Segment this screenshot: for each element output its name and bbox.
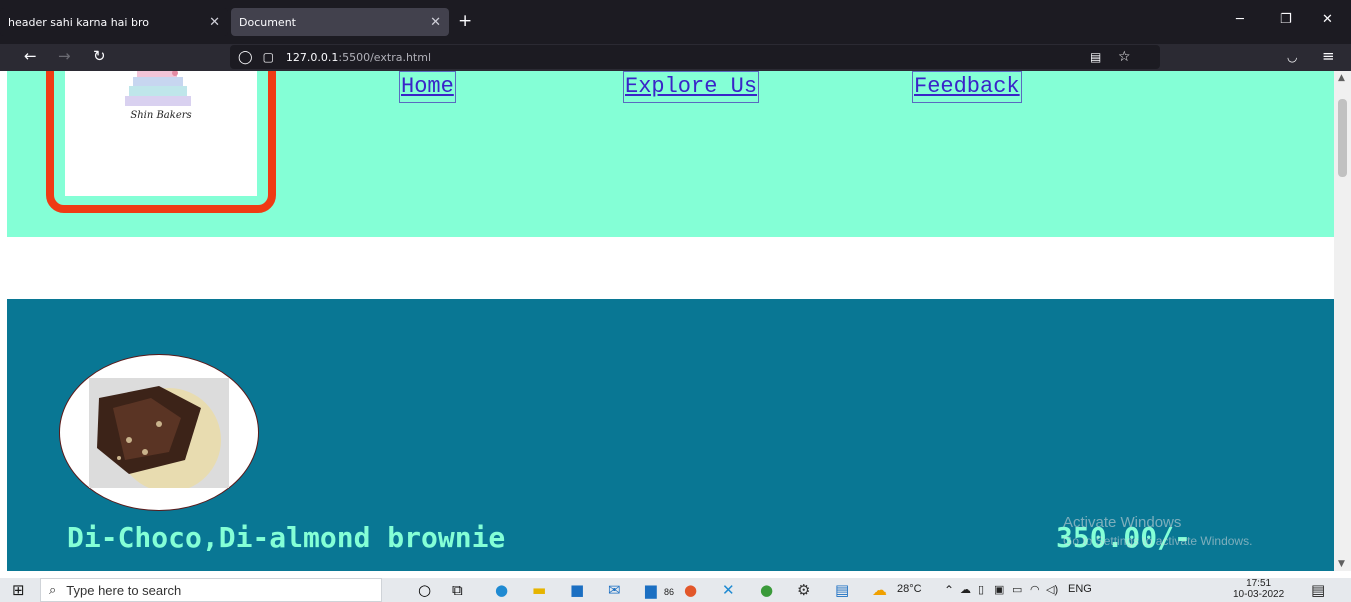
- battery-icon[interactable]: ▭: [1012, 583, 1022, 596]
- nav-link-feedback[interactable]: Feedback: [912, 71, 1022, 103]
- temperature[interactable]: 28°C: [897, 583, 922, 595]
- close-icon[interactable]: ✕: [430, 15, 441, 30]
- chrome-icon[interactable]: ●: [760, 581, 773, 599]
- forward-arrow-icon[interactable]: →: [58, 47, 71, 65]
- tab-inactive[interactable]: header sahi karna hai bro ✕: [0, 8, 228, 36]
- clock[interactable]: 17:51 10-03-2022: [1233, 578, 1284, 600]
- vscode-icon[interactable]: ✕: [722, 581, 735, 599]
- firefox-icon[interactable]: ●: [684, 581, 697, 599]
- app-with-badge-icon[interactable]: ▆: [645, 581, 657, 599]
- notification-app-icon[interactable]: ▣: [994, 583, 1004, 596]
- language-indicator[interactable]: ENG: [1068, 583, 1092, 595]
- chevron-up-icon[interactable]: ⌃: [944, 583, 954, 597]
- nav-link-explore-us[interactable]: Explore Us: [623, 71, 760, 103]
- tab-title: header sahi karna hai bro: [8, 15, 149, 29]
- pocket-icon[interactable]: ◡: [1287, 50, 1297, 64]
- scroll-down-icon[interactable]: ▼: [1338, 559, 1345, 569]
- white-gap: [7, 237, 1334, 299]
- tab-active[interactable]: Document ✕: [231, 8, 449, 36]
- reload-icon[interactable]: ↻: [93, 47, 106, 65]
- taskbar-search[interactable]: ⌕ Type here to search: [40, 578, 382, 602]
- menu-icon[interactable]: ≡: [1322, 47, 1335, 65]
- back-arrow-icon[interactable]: ←: [24, 47, 37, 65]
- browser-nav-bar: ← → ↻ ◯ ▢ 127.0.0.1 :5500/extra.html ▤ ☆…: [0, 44, 1351, 71]
- settings-gear-icon[interactable]: ⚙: [797, 581, 810, 599]
- site-header: Shin Bakers Home Explore Us Feedback: [7, 71, 1334, 237]
- vertical-scrollbar[interactable]: ▲ ▼: [1334, 71, 1351, 571]
- windows-start-icon[interactable]: ⊞: [12, 581, 25, 599]
- clock-date: 10-03-2022: [1233, 589, 1285, 600]
- weather-icon[interactable]: ☁: [872, 581, 887, 599]
- url-bar[interactable]: ◯ ▢ 127.0.0.1 :5500/extra.html ▤ ☆: [230, 45, 1160, 69]
- page-icon: ▢: [262, 50, 274, 64]
- activate-windows-subtitle: Go to Settings to activate Windows.: [1063, 534, 1253, 548]
- product-section: Di-Choco,Di-almond brownie 350.00/- Acti…: [7, 299, 1334, 571]
- scroll-thumb[interactable]: [1338, 99, 1347, 177]
- browser-tab-bar: header sahi karna hai bro ✕ Document ✕ +…: [0, 0, 1351, 44]
- task-view-icon[interactable]: ⧉: [452, 581, 463, 599]
- logo: Shin Bakers: [65, 71, 257, 196]
- scroll-up-icon[interactable]: ▲: [1338, 73, 1345, 83]
- reader-view-icon[interactable]: ▤: [1090, 50, 1101, 64]
- url-path: :5500/extra.html: [338, 50, 432, 64]
- search-placeholder: Type here to search: [66, 582, 182, 598]
- device-icon[interactable]: ▯: [978, 583, 984, 596]
- new-tab-icon[interactable]: +: [458, 11, 472, 31]
- page-viewport: Shin Bakers Home Explore Us Feedback Di-…: [7, 71, 1334, 571]
- close-window-icon[interactable]: ✕: [1322, 12, 1333, 27]
- mail-icon[interactable]: ✉: [608, 581, 621, 599]
- wifi-icon[interactable]: ◠: [1030, 583, 1040, 596]
- edge-icon[interactable]: ●: [495, 581, 508, 599]
- cake-icon: [125, 71, 191, 106]
- windows-taskbar: ⊞ ⌕ Type here to search ○ ⧉ ● ▬ ■ ✉ ▆ 86…: [0, 578, 1351, 602]
- search-icon: ⌕: [49, 582, 57, 597]
- shield-icon: ◯: [238, 49, 253, 65]
- close-icon[interactable]: ✕: [209, 15, 220, 30]
- restore-icon[interactable]: ❐: [1280, 12, 1292, 27]
- file-explorer-icon[interactable]: ▬: [532, 581, 546, 599]
- activate-windows-title: Activate Windows: [1063, 514, 1182, 531]
- logo-text: Shin Bakers: [130, 110, 192, 121]
- minimize-icon[interactable]: ─: [1236, 12, 1244, 27]
- badge-count: 86: [664, 587, 675, 597]
- tab-title: Document: [239, 15, 296, 29]
- logo-frame: Shin Bakers: [46, 71, 276, 213]
- product-image-frame: [59, 354, 259, 511]
- bookmark-star-icon[interactable]: ☆: [1118, 49, 1131, 65]
- notifications-icon[interactable]: ▤: [1311, 581, 1325, 599]
- nav-link-home[interactable]: Home: [399, 71, 456, 103]
- product-name: Di-Choco,Di-almond brownie: [67, 521, 506, 554]
- brownie-image: [89, 378, 229, 488]
- clock-time: 17:51: [1246, 578, 1272, 589]
- store-icon[interactable]: ■: [570, 581, 584, 599]
- cortana-icon[interactable]: ○: [418, 581, 431, 599]
- word-icon[interactable]: ▤: [835, 581, 849, 599]
- volume-icon[interactable]: ◁): [1046, 583, 1058, 596]
- url-host: 127.0.0.1: [285, 50, 339, 64]
- cloud-icon[interactable]: ☁: [960, 583, 971, 596]
